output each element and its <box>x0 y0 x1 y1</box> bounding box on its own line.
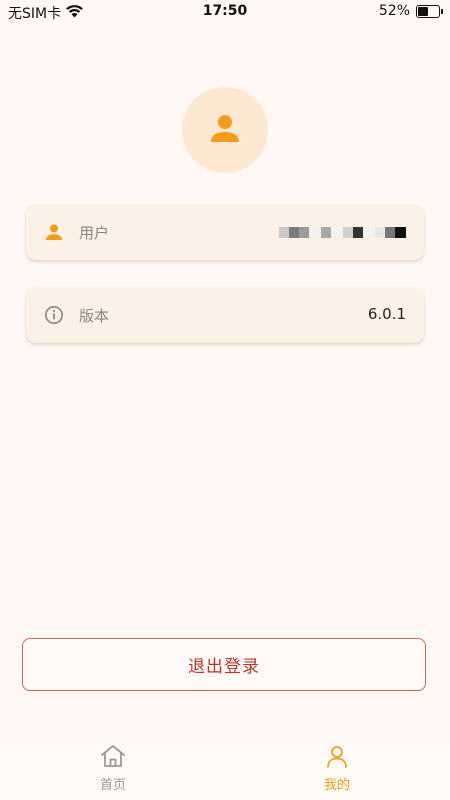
info-icon <box>44 305 64 325</box>
status-right: 52% <box>378 3 443 19</box>
logout-button[interactable]: 退出登录 <box>22 638 426 691</box>
user-icon <box>44 222 64 242</box>
user-label: 用户 <box>79 224 110 242</box>
tab-mine-label: 我的 <box>323 778 350 793</box>
user-icon <box>210 113 240 147</box>
tab-mine[interactable]: 我的 <box>297 744 377 793</box>
bottom-tab-bar: 首页 我的 <box>0 740 450 800</box>
tab-home[interactable]: 首页 <box>73 744 153 793</box>
status-bar: 无SIM卡 17:50 52% <box>0 0 450 24</box>
masked-username <box>279 227 406 238</box>
tab-home-label: 首页 <box>99 778 126 793</box>
battery-percent: 52% <box>378 3 410 19</box>
person-outline-icon <box>325 746 349 772</box>
battery-icon <box>416 4 443 18</box>
user-card[interactable]: 用户 <box>26 204 424 260</box>
profile-avatar[interactable] <box>182 87 268 173</box>
version-card: 版本 6.0.1 <box>26 287 424 343</box>
version-value: 6.0.1 <box>367 305 406 323</box>
version-label: 版本 <box>79 307 110 325</box>
home-icon <box>100 745 126 772</box>
